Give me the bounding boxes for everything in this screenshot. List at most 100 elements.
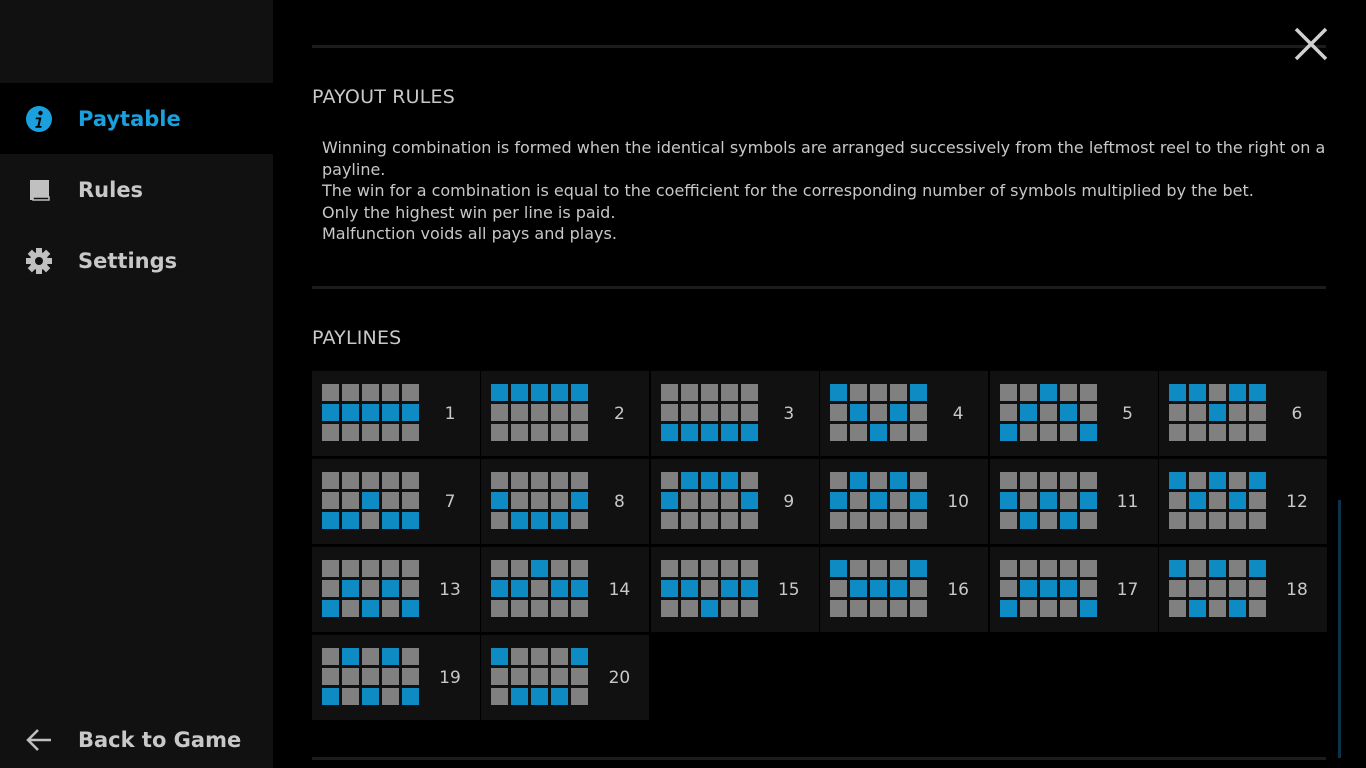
payline-cell [910,512,928,529]
payline-cell-active [720,424,738,441]
payline-cell-active [1208,560,1226,577]
back-to-game-button[interactable]: Back to Game [0,704,273,768]
payline-cell-active [491,492,509,509]
payline-cell [1039,560,1057,577]
payline-cell [910,580,928,597]
payline-cell-active [571,492,589,509]
payline-cell [342,560,359,577]
payline-cell [491,688,509,705]
scrollbar[interactable] [1338,500,1341,758]
payline-cell-active [531,384,549,401]
payline-cell [1208,600,1226,617]
payline-cell-active [511,384,529,401]
payline-cell [1059,424,1077,441]
payline-cell [680,560,698,577]
payline-cell [700,580,718,597]
payline-number: 18 [1286,580,1308,600]
sidebar-item-label: Rules [78,177,144,202]
payline-cell [680,404,698,421]
payline-cell [1188,404,1206,421]
payline-cell [362,512,379,529]
payline-cell [720,512,738,529]
payline-cell [700,492,718,509]
payline-cell [551,404,569,421]
payline-cell-active [342,512,359,529]
payline-cell-active [660,580,678,597]
sidebar-item-settings[interactable]: Settings [0,225,273,296]
payline-cell [1079,404,1097,421]
payline-cell [660,404,678,421]
payline-cell-active [402,600,419,617]
payline-cell [402,648,419,665]
payline-cell-active [1079,600,1097,617]
payline-cell [362,424,379,441]
payline-cell [551,668,569,685]
payline-cell [342,492,359,509]
payline-cell-active [362,688,379,705]
payline-cell-active [491,384,509,401]
payline-number: 11 [1116,492,1139,512]
payline-cell [531,668,549,685]
payline-cell [551,492,569,509]
payline-cell [1188,512,1206,529]
payline-cell-active [1059,404,1077,421]
payline-cell [740,560,758,577]
payline-number: 4 [952,404,964,424]
close-button[interactable] [1291,24,1331,64]
payline-cell [362,472,379,489]
payline-cell [342,472,359,489]
payline-cell [1228,512,1246,529]
payline-cell [890,600,908,617]
payline-pattern [1168,472,1266,529]
payline-cell [362,648,379,665]
payline-cell-active [491,580,509,597]
payline-cell [1039,600,1057,617]
payline-cell [531,492,549,509]
payline-card: 16 [820,547,989,632]
sidebar-item-rules[interactable]: Rules [0,154,273,225]
payline-cell [700,384,718,401]
payline-cell [531,472,549,489]
payline-cell [382,472,399,489]
payline-cell-active [720,580,738,597]
payline-cell-active [1168,472,1186,489]
payline-card: 10 [820,459,989,544]
sidebar: Paytable Rules Settings Back to Game [0,0,273,768]
payline-cell-active [402,404,419,421]
payline-cell-active [322,404,339,421]
payline-cell [322,472,339,489]
payline-cell-active [342,648,359,665]
payline-pattern [1168,384,1266,441]
payline-card: 1 [312,371,480,456]
payline-cell [342,424,359,441]
payline-number: 10 [947,492,969,512]
payline-cell [362,668,379,685]
payline-cell-active [1168,384,1186,401]
payline-card: 11 [989,459,1158,544]
payline-cell [870,404,888,421]
payline-cell-active [551,512,569,529]
payline-cell [700,404,718,421]
payline-number: 2 [613,404,625,424]
payline-cell [511,404,529,421]
payline-cell-active [740,580,758,597]
payline-cell-active [999,424,1017,441]
payline-number: 19 [439,668,461,688]
payline-number: 20 [608,668,631,688]
payline-cell [362,580,379,597]
payline-pattern [999,472,1097,529]
payline-cell [720,600,738,617]
payline-card: 7 [312,459,480,544]
payline-cell [1019,424,1037,441]
payline-card: 12 [1158,459,1327,544]
payline-cell-active [491,648,509,665]
payline-cell [999,384,1017,401]
payline-cell [1039,472,1057,489]
payline-pattern [660,384,758,441]
sidebar-item-paytable[interactable]: Paytable [0,83,273,154]
payline-cell [1019,492,1037,509]
payline-card: 5 [989,371,1158,456]
payline-cell [382,560,399,577]
payline-cell [1039,404,1057,421]
payline-cell [551,560,569,577]
